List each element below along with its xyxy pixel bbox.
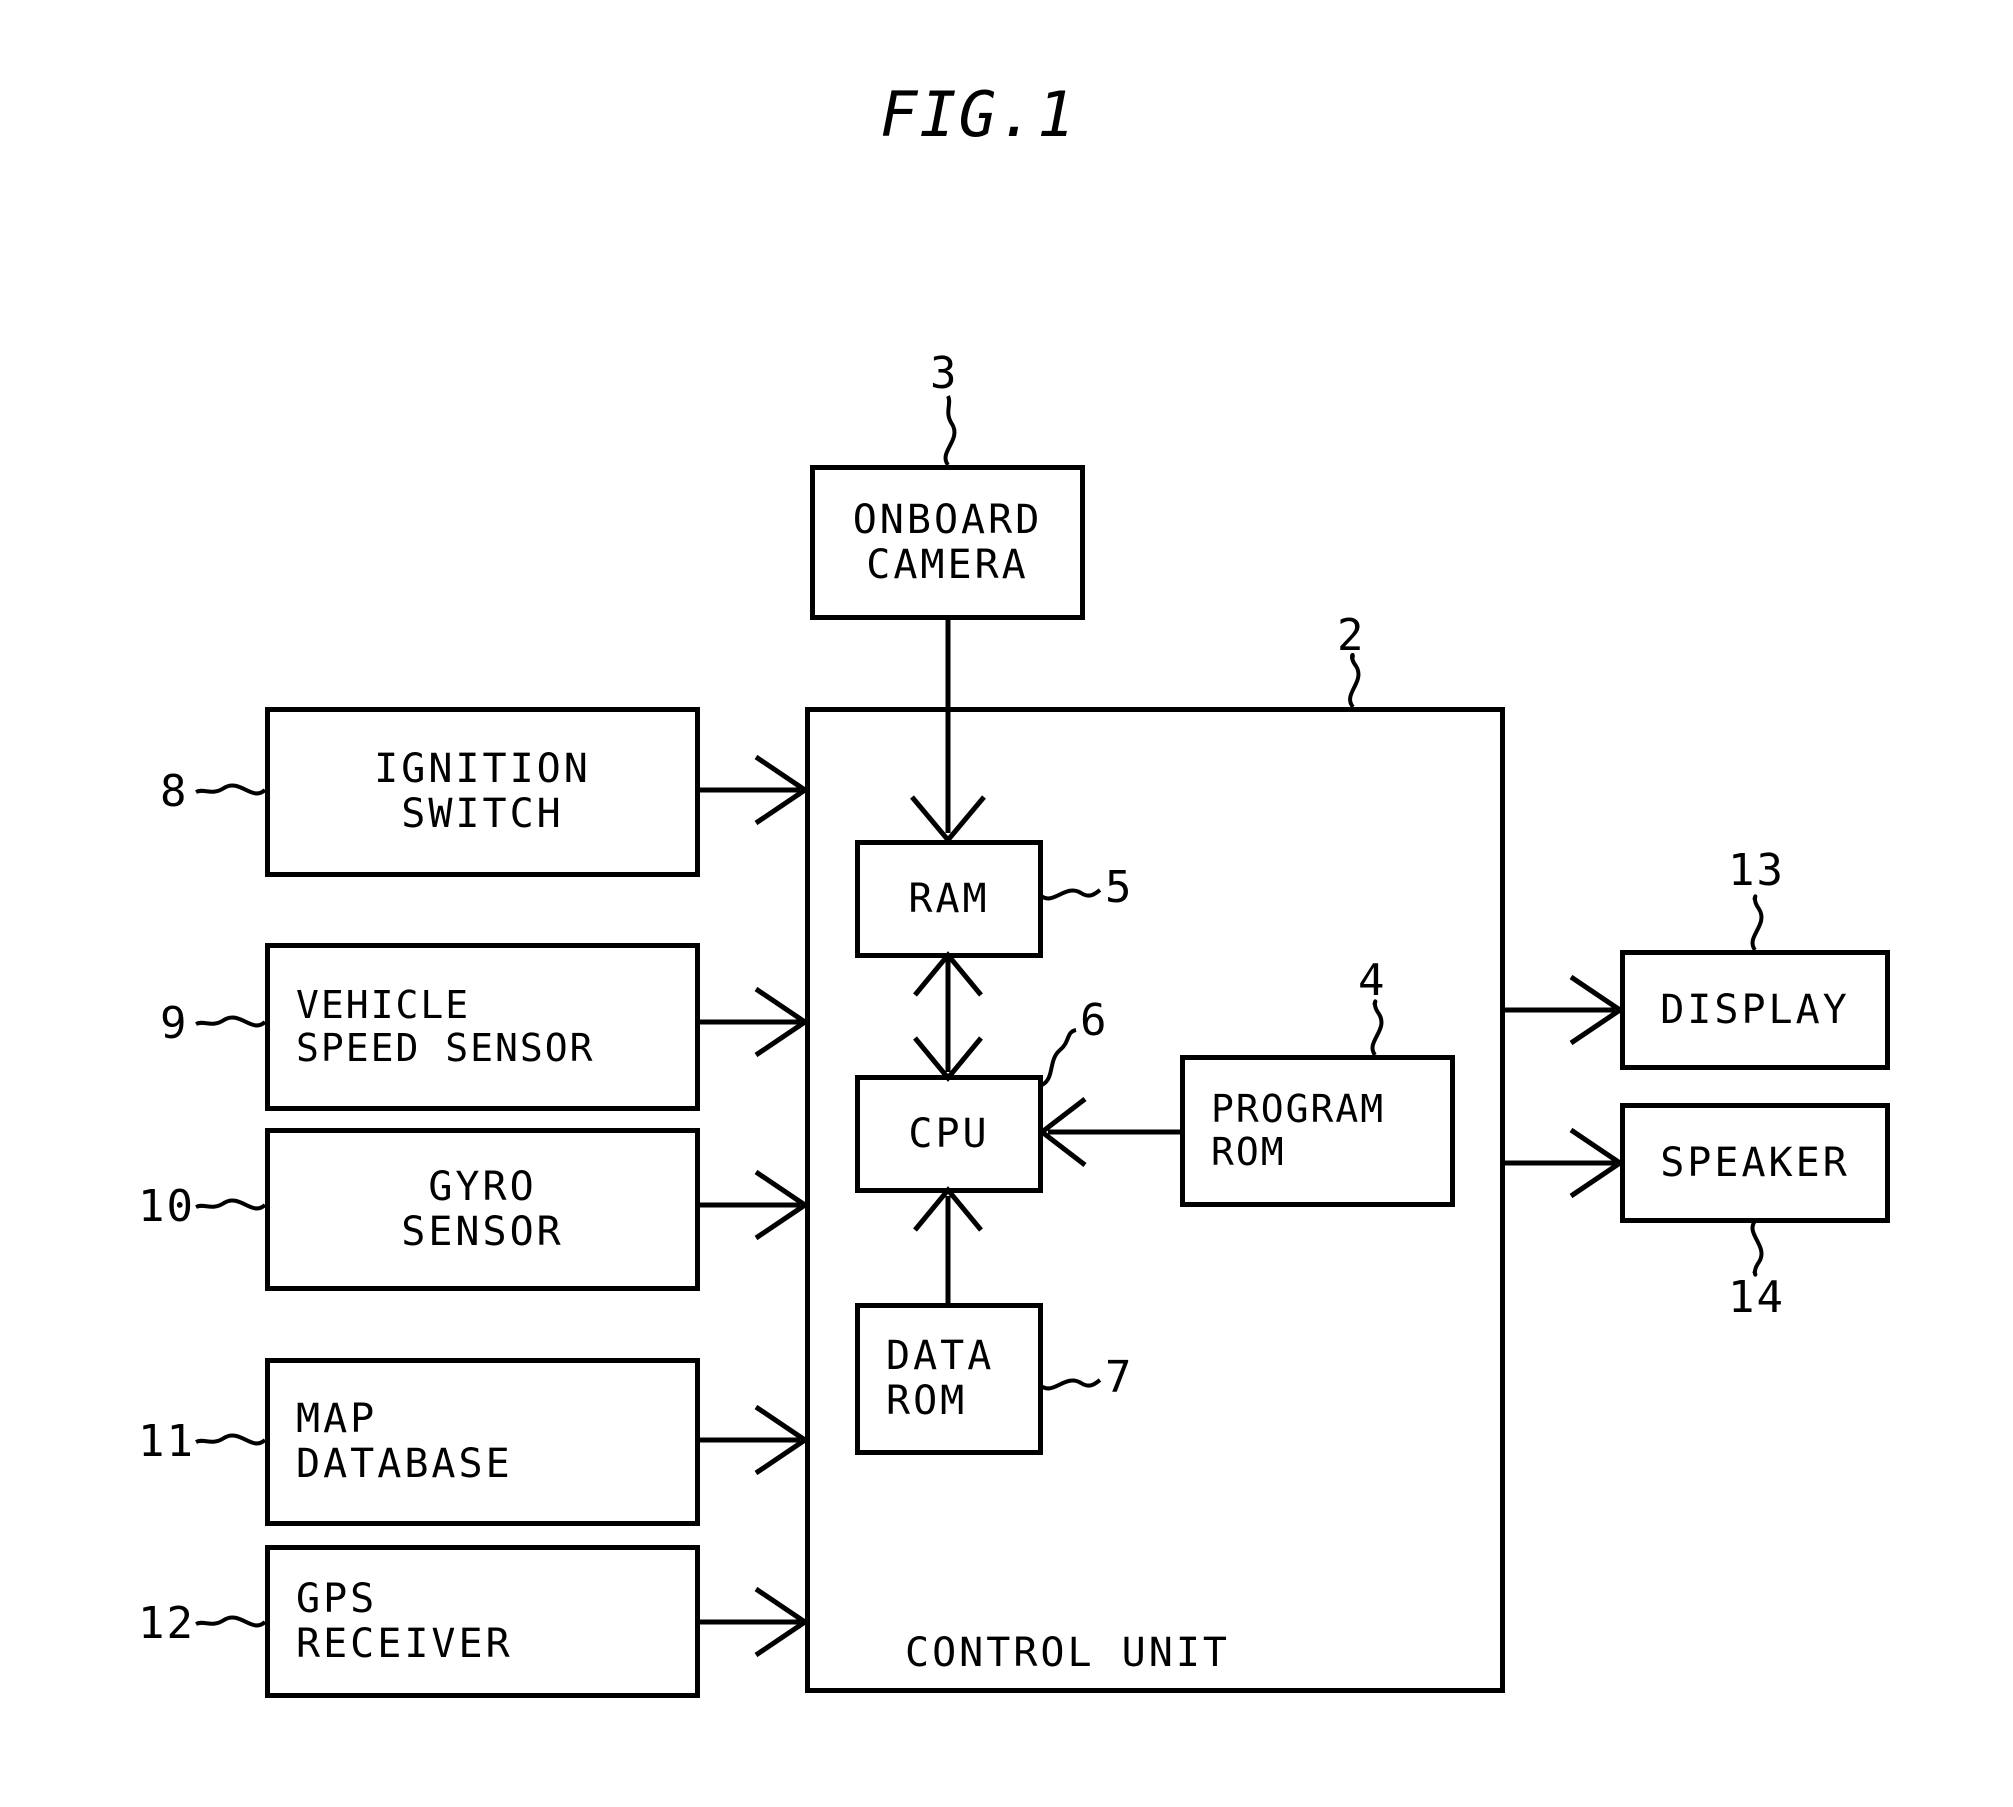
control-unit-label: CONTROL UNIT [905, 1630, 1230, 1676]
gyro-sensor-label: GYRO SENSOR [401, 1163, 564, 1255]
ref-number-12: 12 [138, 1598, 195, 1649]
vehicle-speed-sensor-box[interactable]: VEHICLE SPEED SENSOR [265, 943, 700, 1111]
gps-receiver-box[interactable]: GPS RECEIVER [265, 1545, 700, 1698]
leader-ref-3 [943, 395, 957, 467]
leader-ref-11 [195, 1433, 267, 1446]
map-database-label: MAP DATABASE [296, 1396, 513, 1487]
program-rom-label: PROGRAM ROM [1211, 1087, 1386, 1174]
ram-box[interactable]: RAM [855, 840, 1043, 958]
data-rom-box[interactable]: DATA ROM [855, 1303, 1043, 1455]
ref-number-3: 3 [930, 348, 959, 399]
ignition-switch-box[interactable]: IGNITION SWITCH [265, 707, 700, 877]
leader-ref-14 [1750, 1219, 1764, 1277]
onboard-camera-label: ONBOARD CAMERA [852, 496, 1043, 588]
leader-ref-8 [195, 783, 267, 796]
ram-label: RAM [908, 875, 990, 922]
leader-ref-9 [195, 1015, 267, 1028]
ref-number-14: 14 [1728, 1272, 1785, 1323]
leader-ref-2 [1348, 652, 1361, 709]
ref-number-13: 13 [1728, 845, 1785, 896]
leader-ref-10 [195, 1198, 267, 1211]
ref-number-8: 8 [160, 766, 189, 817]
figure-title: FIG.1 [880, 78, 1077, 151]
data-rom-label: DATA ROM [886, 1333, 995, 1424]
onboard-camera-box[interactable]: ONBOARD CAMERA [810, 465, 1085, 620]
map-database-box[interactable]: MAP DATABASE [265, 1358, 700, 1526]
speaker-box[interactable]: SPEAKER [1620, 1103, 1890, 1223]
vehicle-speed-sensor-label: VEHICLE SPEED SENSOR [296, 983, 595, 1070]
leader-ref-13 [1750, 894, 1764, 952]
ignition-switch-label: IGNITION SWITCH [374, 746, 591, 837]
ref-number-9: 9 [160, 998, 189, 1049]
ref-number-10: 10 [138, 1181, 195, 1232]
gps-receiver-label: GPS RECEIVER [296, 1575, 513, 1667]
display-box[interactable]: DISPLAY [1620, 950, 1890, 1070]
ref-number-2: 2 [1337, 610, 1366, 661]
cpu-box[interactable]: CPU [855, 1075, 1043, 1193]
ref-number-5: 5 [1105, 862, 1134, 913]
ref-number-11: 11 [138, 1416, 195, 1467]
gyro-sensor-box[interactable]: GYRO SENSOR [265, 1128, 700, 1291]
cpu-label: CPU [908, 1110, 990, 1157]
program-rom-box[interactable]: PROGRAM ROM [1180, 1055, 1455, 1207]
ref-number-4: 4 [1358, 955, 1387, 1006]
leader-ref-12 [195, 1615, 267, 1628]
ref-number-7: 7 [1105, 1352, 1134, 1403]
ref-number-6: 6 [1080, 995, 1109, 1046]
speaker-label: SPEAKER [1660, 1139, 1850, 1186]
display-label: DISPLAY [1660, 986, 1850, 1033]
figure-canvas: FIG.1 CONTROL UNIT ONBOARD CAMERA IGNITI… [0, 0, 2013, 1807]
